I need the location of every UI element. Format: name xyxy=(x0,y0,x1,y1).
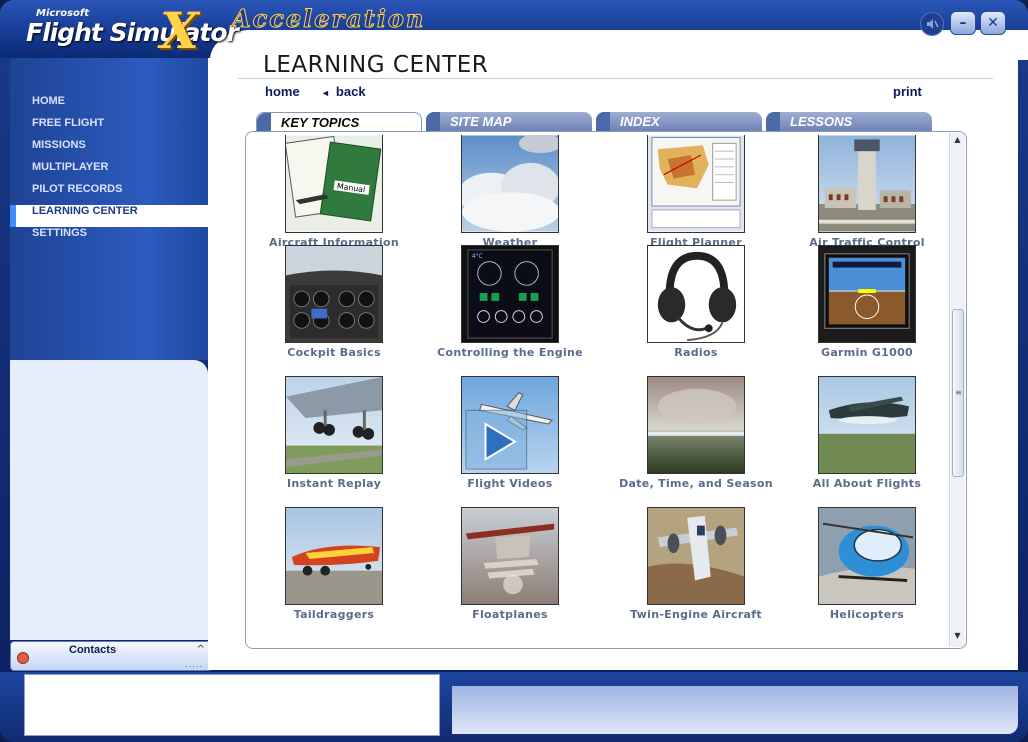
tab-label: LESSONS xyxy=(790,114,853,129)
cockpit-thumbnail-icon xyxy=(285,245,383,343)
map-thumbnail-icon xyxy=(647,135,745,233)
topic-all-about-flights[interactable]: All About Flights xyxy=(782,376,952,490)
topic-date-time-and-season[interactable]: Date, Time, and Season xyxy=(611,376,781,490)
manual-thumbnail-icon: Manual xyxy=(285,135,383,233)
brand-x-logo: X xyxy=(160,1,199,60)
chevron-up-icon[interactable]: ^ xyxy=(197,644,205,655)
topic-weather[interactable]: Weather xyxy=(425,135,595,249)
tab-key-topics[interactable]: KEY TOPICS xyxy=(256,112,422,133)
tab-nub xyxy=(426,112,440,132)
tower-thumbnail-icon xyxy=(818,135,916,233)
topic-garmin-g1000[interactable]: Garmin G1000 xyxy=(782,245,952,359)
sidebar-lower-panel xyxy=(10,360,208,640)
topic-label: Instant Replay xyxy=(286,477,382,490)
sidebar-nav: HOME FREE FLIGHT MISSIONS MULTIPLAYER PI… xyxy=(10,58,208,360)
tab-label: KEY TOPICS xyxy=(281,115,360,130)
svg-text:4°C: 4°C xyxy=(472,254,483,260)
topic-cockpit-basics[interactable]: Cockpit Basics xyxy=(249,245,419,359)
contacts-label: Contacts xyxy=(69,644,117,656)
brand-flight-simulator: Flight Simulator xyxy=(26,18,239,47)
seaplane-thumbnail-icon xyxy=(818,376,916,474)
glass-cockpit-thumbnail-icon xyxy=(818,245,916,343)
topic-label: Taildraggers xyxy=(293,608,375,621)
topic-label: Garmin G1000 xyxy=(820,346,913,359)
topic-aircraft-information[interactable]: Manual Aircraft Information xyxy=(249,135,419,249)
scroll-thumb[interactable]: ≡ xyxy=(952,309,964,477)
back-arrow-icon: ◄ xyxy=(321,88,330,98)
sidebar-item-free-flight[interactable]: FREE FLIGHT xyxy=(10,117,208,139)
engine-gauges-thumbnail-icon: 4°C xyxy=(461,245,559,343)
fsx-window: Microsoft Flight Simulator X Acceleratio… xyxy=(0,0,1028,742)
sidebar-item-pilot-records[interactable]: PILOT RECORDS xyxy=(10,183,208,205)
topic-floatplanes[interactable]: Floatplanes xyxy=(425,507,595,621)
floatplane-thumbnail-icon xyxy=(461,507,559,605)
status-dot-icon xyxy=(17,652,29,664)
bottom-status-panel xyxy=(452,686,1018,734)
topic-label: Cockpit Basics xyxy=(287,346,381,359)
video-play-thumbnail-icon xyxy=(461,376,559,474)
sidebar-item-settings[interactable]: SETTINGS xyxy=(10,227,208,249)
clouds-thumbnail-icon xyxy=(461,135,559,233)
topic-label: Radios xyxy=(674,346,718,359)
topic-label: Twin-Engine Aircraft xyxy=(630,608,762,621)
landing-gear-thumbnail-icon xyxy=(285,376,383,474)
contacts-bar[interactable]: Contacts ^ ..... xyxy=(10,641,212,671)
grip-icon: ≡ xyxy=(955,388,962,397)
topic-label: All About Flights xyxy=(812,477,922,490)
brand-acceleration: Acceleration xyxy=(231,4,426,34)
speaker-muted-icon[interactable] xyxy=(920,12,944,36)
topic-label: Date, Time, and Season xyxy=(619,477,773,490)
resize-grip-icon[interactable]: ..... xyxy=(185,660,203,669)
scroll-up-icon[interactable]: ▲ xyxy=(950,135,965,149)
bottom-bar xyxy=(0,672,1028,742)
tab-nub xyxy=(596,112,610,132)
topic-flight-videos[interactable]: Flight Videos xyxy=(425,376,595,490)
tab-label: INDEX xyxy=(620,114,660,129)
chat-input-panel[interactable] xyxy=(24,674,440,736)
topic-taildraggers[interactable]: Taildraggers xyxy=(249,507,419,621)
topic-label: Flight Videos xyxy=(467,477,553,490)
topic-air-traffic-control[interactable]: Air Traffic Control xyxy=(782,135,952,249)
sidebar-item-home[interactable]: HOME xyxy=(10,95,208,117)
topic-flight-planner[interactable]: Flight Planner xyxy=(611,135,781,249)
tab-index[interactable]: INDEX xyxy=(596,112,762,132)
home-link[interactable]: home xyxy=(265,84,300,99)
tab-nub xyxy=(766,112,780,132)
tab-site-map[interactable]: SITE MAP xyxy=(426,112,592,132)
vertical-scrollbar[interactable]: ▲ ≡ ▼ xyxy=(949,133,965,647)
title-divider xyxy=(238,78,993,79)
topic-tabs: KEY TOPICS SITE MAP INDEX LESSONS xyxy=(256,112,968,133)
tab-lessons[interactable]: LESSONS xyxy=(766,112,932,132)
topic-twin-engine-aircraft[interactable]: Twin-Engine Aircraft xyxy=(611,507,781,621)
sky-landscape-thumbnail-icon xyxy=(647,376,745,474)
minimize-button[interactable]: – xyxy=(950,11,976,35)
tab-nub xyxy=(257,113,271,133)
sidebar-item-missions[interactable]: MISSIONS xyxy=(10,139,208,161)
tab-label: SITE MAP xyxy=(450,114,512,129)
topic-instant-replay[interactable]: Instant Replay xyxy=(249,376,419,490)
topics-panel: Manual Aircraft Information Weather Flig… xyxy=(245,131,967,649)
headset-thumbnail-icon xyxy=(647,245,745,343)
topic-label: Floatplanes xyxy=(472,608,548,621)
close-button[interactable]: ✕ xyxy=(980,11,1006,35)
page-title: LEARNING CENTER xyxy=(263,52,489,78)
back-link-label: back xyxy=(335,84,366,99)
sidebar-item-learning-center[interactable]: LEARNING CENTER xyxy=(10,205,208,227)
scroll-down-icon[interactable]: ▼ xyxy=(950,631,965,645)
print-link[interactable]: print xyxy=(893,84,922,99)
sidebar-item-multiplayer[interactable]: MULTIPLAYER xyxy=(10,161,208,183)
topic-label: Controlling the Engine xyxy=(437,346,583,359)
main-content: LEARNING CENTER home ◄ back print KEY TOP… xyxy=(208,52,1018,670)
back-link[interactable]: ◄ back xyxy=(321,84,366,99)
title-bar: Microsoft Flight Simulator X Acceleratio… xyxy=(0,0,1028,60)
twin-engine-thumbnail-icon xyxy=(647,507,745,605)
topic-label: Helicopters xyxy=(829,608,905,621)
taildragger-thumbnail-icon xyxy=(285,507,383,605)
topic-controlling-the-engine[interactable]: 4°C Controlling the Engine xyxy=(425,245,595,359)
helicopter-thumbnail-icon xyxy=(818,507,916,605)
topic-helicopters[interactable]: Helicopters xyxy=(782,507,952,621)
topic-radios[interactable]: Radios xyxy=(611,245,781,359)
